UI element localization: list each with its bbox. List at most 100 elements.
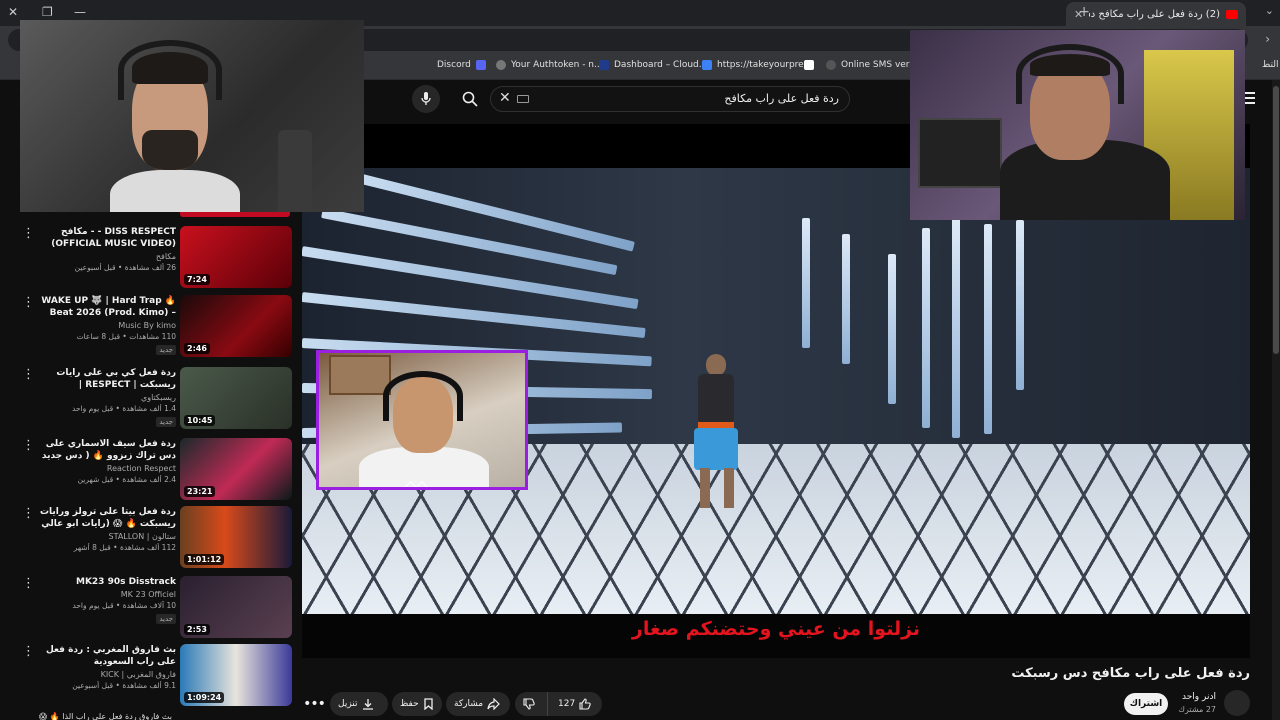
bookmark-online-sms[interactable]: Online SMS verific [826, 60, 923, 70]
bookmark-takeyourpre[interactable]: https://takeyourpre... [702, 60, 812, 70]
globe-icon [496, 60, 506, 70]
like-count: 127 [558, 699, 576, 709]
more-options-icon[interactable]: ⋮ [22, 439, 35, 452]
duration-badge: 23:21 [184, 486, 216, 497]
new-badge: جديد [156, 345, 176, 355]
youtube-favicon-icon [1226, 9, 1238, 19]
notion-icon [599, 60, 609, 70]
recommendation-item[interactable]: ⋮ MK23 90s Disstrack MK 23 Officiel 10 آ… [20, 576, 294, 640]
recommendation-meta: 2.4 ألف مشاهدة • قبل شهرين [77, 475, 176, 484]
recommendation-item[interactable]: ⋮ بث فاروق المغربي : ردة فعل على راب الس… [20, 644, 294, 708]
recommendation-channel[interactable]: Reaction Respect [38, 464, 176, 473]
recommendations-sidebar: ⋮ DISS RESPECT - - مكافح (OFFICIAL MUSIC… [20, 212, 294, 720]
more-horizontal-icon: ••• [303, 696, 326, 712]
recommendation-meta: 9.1 ألف مشاهدة • قبل أسبوعين [72, 681, 176, 690]
save-button[interactable]: حفظ [392, 692, 442, 716]
browser-menu-icon[interactable]: › [1265, 32, 1270, 46]
grid-icon [702, 60, 712, 70]
recommendation-title[interactable]: ردة فعل سيف الاسماري على دس تراك زيزوو 🔥… [38, 438, 176, 462]
download-icon [362, 699, 373, 710]
bookmark-label: Discord [437, 60, 471, 70]
recommendation-channel[interactable]: ريسبكتاوي [38, 393, 176, 402]
browser-tab-youtube[interactable]: (2) ردة فعل على راب مكافح دس... ✕ [1066, 2, 1246, 26]
recommendation-title[interactable]: MK23 90s Disstrack [38, 576, 176, 588]
bookmark-authtoken[interactable]: Your Authtoken - n... [496, 60, 603, 70]
save-label: حفظ [400, 699, 419, 709]
recommendation-title[interactable]: DISS RESPECT - - مكافح (OFFICIAL MUSIC V… [38, 226, 176, 250]
refresh-icon [826, 60, 836, 70]
scrollbar-thumb[interactable] [1273, 86, 1279, 354]
more-options-icon[interactable]: ⋮ [22, 227, 35, 240]
search-button[interactable] [452, 86, 488, 112]
recommendation-channel[interactable]: ستالون | STALLON [38, 532, 176, 541]
recommendation-channel[interactable]: مكافح [38, 252, 176, 261]
recommendation-item[interactable]: ⋮ ردة فعل بيتا على ترولز ورايات ريسبكت 🔥… [20, 506, 294, 570]
video-actions: ••• تنزيل حفظ مشاركة 127 [302, 692, 602, 718]
more-options-icon[interactable]: ⋮ [22, 296, 35, 309]
thumbs-up-icon [579, 698, 591, 710]
recommendation-meta: 112 ألف مشاهدة • قبل 8 أشهر [73, 543, 176, 552]
tab-search-icon[interactable]: ⌄ [1265, 4, 1274, 17]
more-options-icon[interactable]: ⋮ [22, 507, 35, 520]
subscribe-button[interactable]: اشتراك [1124, 693, 1168, 715]
duration-badge: 10:45 [184, 415, 216, 426]
recommendation-title[interactable]: ردة فعل بيتا على ترولز ورايات ريسبكت 🔥 😱… [38, 506, 176, 530]
recommendation-item[interactable]: ⋮ DISS RESPECT - - مكافح (OFFICIAL MUSIC… [20, 226, 294, 290]
recommendation-meta: 1.4 ألف مشاهدة • قبل يوم واحد [71, 404, 176, 413]
bookmark-blank[interactable] [804, 60, 814, 70]
new-badge: جديد [156, 614, 176, 624]
search-input[interactable]: ✕ ردة فعل على راب مكافح [490, 86, 850, 112]
recommendation-item[interactable]: ⋮ ردة فعل سيف الاسماري على دس تراك زيزوو… [20, 438, 294, 502]
more-options-icon[interactable]: ⋮ [22, 368, 35, 381]
page-icon [804, 60, 814, 70]
more-actions-button[interactable]: ••• [302, 692, 326, 716]
like-button[interactable]: 127 [547, 692, 599, 716]
duration-badge: 7:24 [184, 274, 210, 285]
recommendation-title[interactable]: بث فاروق المغربي : ردة فعل على راب السعو… [38, 644, 176, 668]
share-button[interactable]: مشاركة [446, 692, 510, 716]
recommendation-partial-title[interactable]: بث فاروق ردة فعل على راب الذا 🔥 😱 [20, 712, 294, 720]
share-label: مشاركة [454, 699, 484, 709]
webcam-overlay-middle: ◇◇ [316, 350, 528, 490]
more-options-icon[interactable]: ⋮ [22, 645, 35, 658]
search-icon [462, 91, 478, 107]
voice-search-button[interactable] [412, 85, 440, 113]
restore-window-icon[interactable]: ❐ [42, 5, 53, 19]
recommendation-channel[interactable]: Music By kimo [38, 321, 176, 330]
share-icon [487, 698, 500, 710]
thumbs-down-icon [523, 698, 535, 710]
recommendation-channel[interactable]: فاروق المغربي | KICK [38, 670, 176, 679]
keyboard-icon[interactable] [517, 95, 529, 103]
more-options-icon[interactable]: ⋮ [22, 577, 35, 590]
webcam-overlay-left [20, 20, 364, 212]
dislike-button[interactable] [515, 692, 543, 716]
new-badge: جديد [156, 417, 176, 427]
recommendation-title[interactable]: 🔥 WAKE UP 🐺 | Hard Trap Beat 2026 (Prod.… [38, 295, 176, 319]
bookmark-label: التط [1262, 60, 1279, 70]
bookmark-discord[interactable]: Discord [437, 60, 486, 70]
webcam-overlay-right [910, 30, 1245, 220]
recommendation-meta: 10 آلاف مشاهدة • قبل يوم واحد [72, 601, 176, 610]
download-button[interactable]: تنزيل [330, 692, 388, 716]
recommendation-title[interactable]: ردة فعل كي بي على رايات ريسبكت | RESPECT… [38, 367, 176, 391]
recommendation-item[interactable]: ⋮ 🔥 WAKE UP 🐺 | Hard Trap Beat 2026 (Pro… [20, 295, 294, 359]
subscriber-count: 27 مشترك [1178, 705, 1216, 714]
channel-avatar[interactable] [1224, 690, 1250, 716]
video-title: ردة فعل على راب مكافح دس رسبكت [1011, 666, 1250, 681]
clear-search-icon[interactable]: ✕ [499, 90, 511, 106]
microphone-icon [421, 92, 431, 105]
recommendation-item[interactable]: ⋮ ردة فعل كي بي على رايات ريسبكت | RESPE… [20, 367, 294, 431]
close-window-icon[interactable]: ✕ [8, 5, 18, 19]
channel-name[interactable]: ادنر واحد [1182, 692, 1216, 702]
tab-title: (2) ردة فعل على راب مكافح دس... [1089, 8, 1220, 20]
bookmark-label: Dashboard – Cloud... [614, 60, 708, 70]
new-tab-icon[interactable]: + [1078, 4, 1090, 20]
bookmark-edge[interactable]: التط [1262, 60, 1279, 70]
duration-badge: 2:46 [184, 343, 210, 354]
minimize-window-icon[interactable]: — [74, 5, 86, 19]
video-character [682, 354, 752, 524]
bookmark-label: https://takeyourpre... [717, 60, 813, 70]
video-subtitle: نزلتوا من عيني وحتضنكم صغار [631, 618, 921, 640]
bookmark-dashboard[interactable]: Dashboard – Cloud... [599, 60, 707, 70]
recommendation-channel[interactable]: MK 23 Officiel [38, 590, 176, 599]
